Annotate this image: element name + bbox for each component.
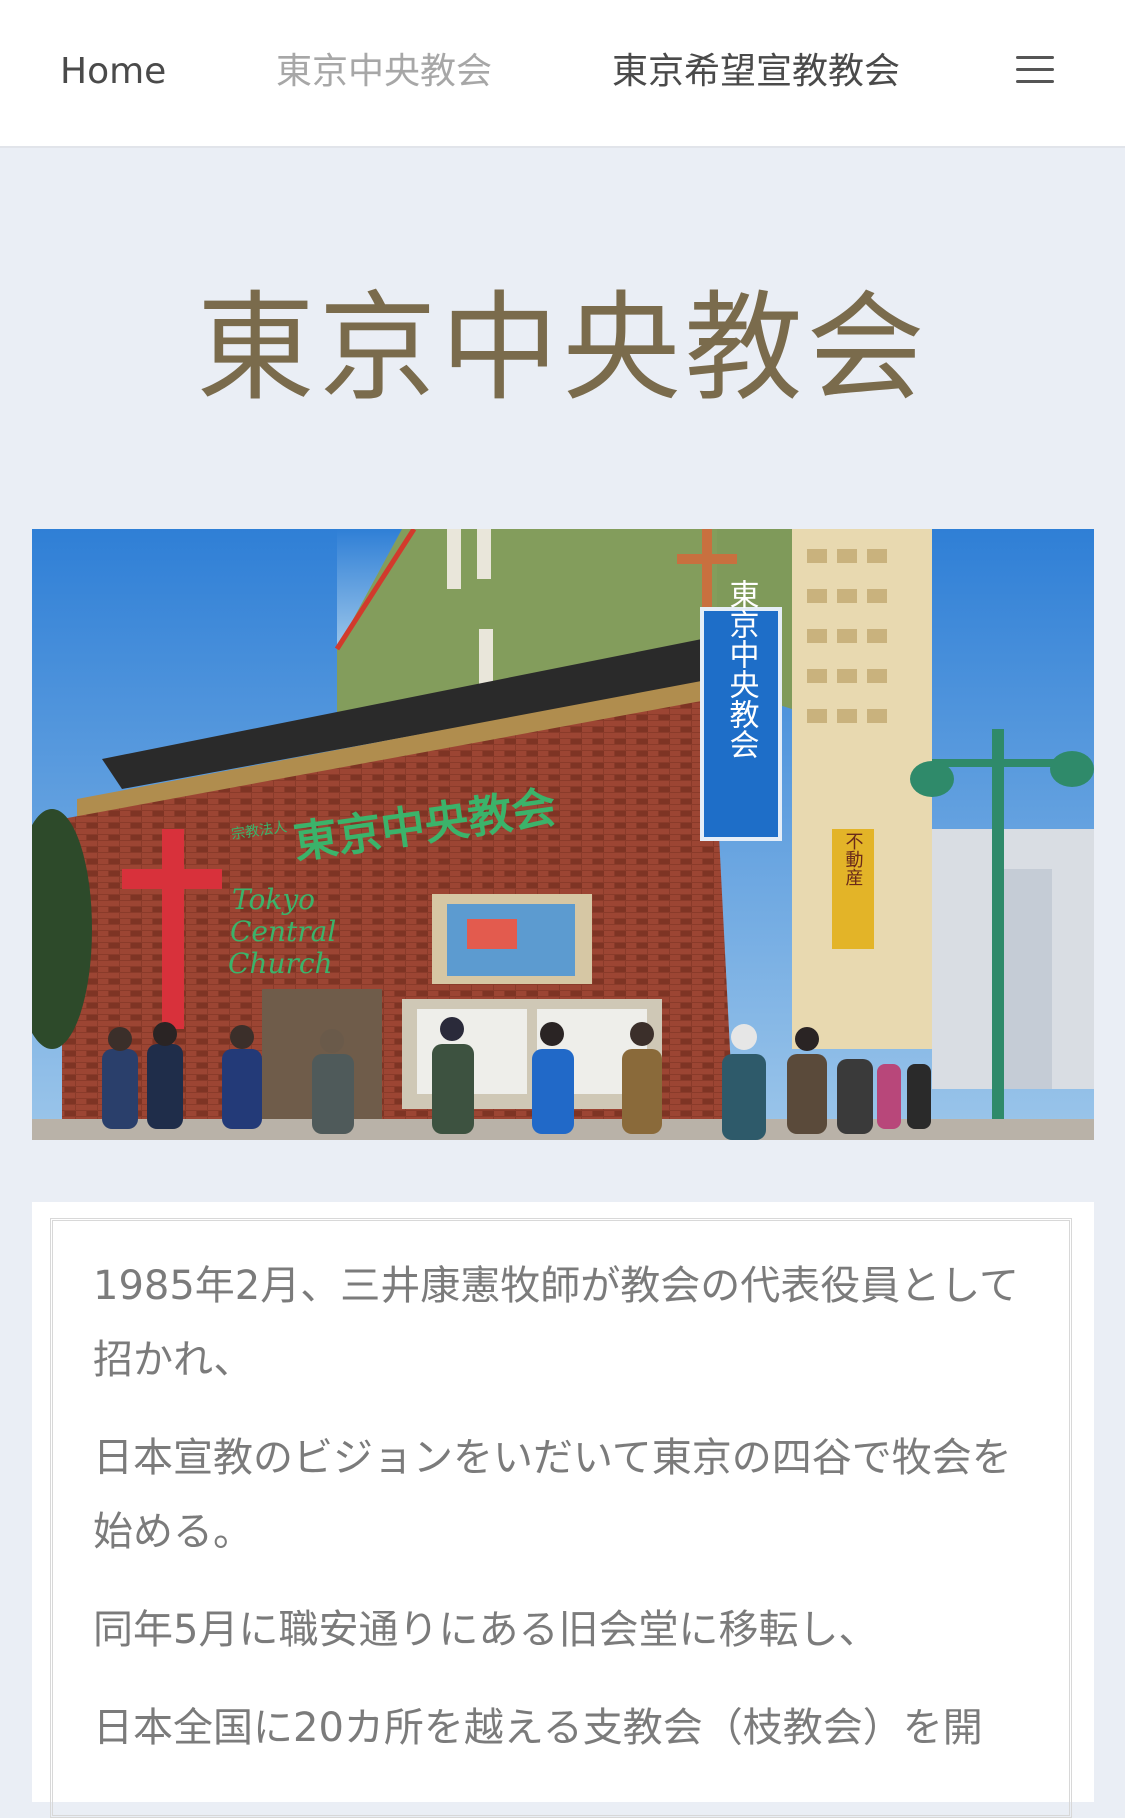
hamburger-menu-icon[interactable] [1014, 48, 1058, 92]
church-sign-en-3: Church [228, 947, 333, 980]
history-text-frame: 1985年2月、三井康憲牧師が教会の代表役員として招かれ、 日本宣教のビジョンを… [50, 1218, 1072, 1818]
church-building-photo: 東京中央教会 宗教法人 Tokyo Central Church 東京中央教会 … [32, 529, 1094, 1140]
church-sign-en-1: Tokyo [232, 883, 315, 916]
nav-home-link[interactable]: Home [60, 48, 166, 96]
page-title: 東京中央教会 [196, 279, 929, 417]
top-navigation-bar: Home 東京中央教会 東京希望宣教教会 [0, 0, 1125, 148]
history-paragraph: 同年5月に職安通りにある旧会堂に移転し、 [93, 1607, 879, 1653]
real-estate-sign: 不動産 [843, 832, 864, 886]
vertical-church-sign: 東京中央教会 [724, 579, 760, 759]
history-paragraph: 日本全国に20カ所を越える支教会（枝教会）を開 [93, 1705, 983, 1751]
nav-tokyo-hope-mission-church-link[interactable]: 東京希望宣教教会 [612, 48, 900, 96]
church-sign-en-2: Central [230, 915, 336, 948]
history-paragraph: 日本宣教のビジョンをいだいて東京の四谷で牧会を始める。 [93, 1435, 1012, 1555]
church-history-card: 1985年2月、三井康憲牧師が教会の代表役員として招かれ、 日本宣教のビジョンを… [32, 1202, 1094, 1818]
history-paragraph: 1985年2月、三井康憲牧師が教会の代表役員として招かれ、 [93, 1263, 1020, 1383]
nav-tokyo-central-church-link[interactable]: 東京中央教会 [276, 48, 492, 96]
